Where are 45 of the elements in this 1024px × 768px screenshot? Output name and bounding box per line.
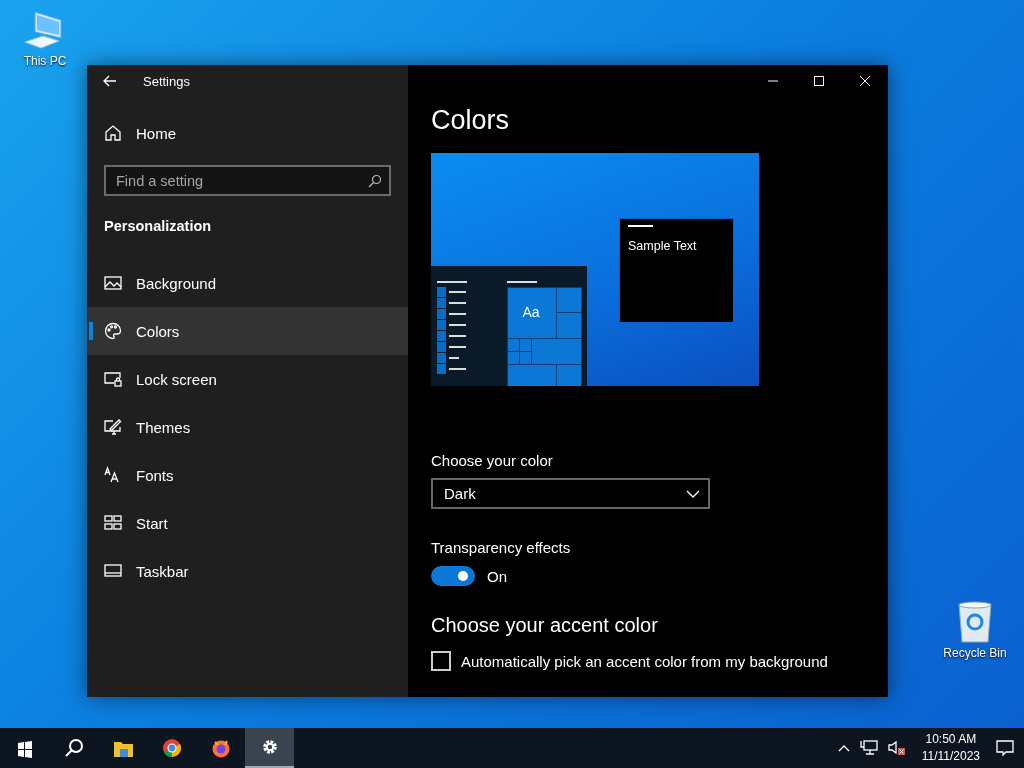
clock-time: 10:50 AM <box>925 731 977 748</box>
transparency-toggle[interactable] <box>431 566 475 586</box>
muted-speaker-icon[interactable] <box>887 740 906 756</box>
taskbar-icon <box>104 562 122 580</box>
field-label: Transparency effects <box>431 539 571 556</box>
toggle-state-text: On <box>487 567 507 585</box>
page-title: Colors <box>431 105 510 136</box>
notification-icon[interactable] <box>996 739 1014 757</box>
nav-item[interactable]: Colors <box>87 307 408 355</box>
home-icon <box>104 124 122 142</box>
clock[interactable]: 10:50 AM 11/11/2023 <box>921 731 980 765</box>
nav-item[interactable]: Taskbar <box>87 547 408 595</box>
browser-icon <box>161 738 182 758</box>
sample-text: Sample Text <box>628 239 697 253</box>
checkbox-label: Automatically pick an accent color from my background <box>461 652 828 670</box>
window-title: Settings <box>143 73 190 89</box>
browser-icon <box>210 738 231 758</box>
desktop-icon-label[interactable]: Recycle Bin <box>943 646 1007 660</box>
brush-icon <box>104 418 122 436</box>
search-field[interactable]: Find a setting <box>104 165 391 196</box>
palette-icon <box>104 322 122 340</box>
search-icon <box>63 738 84 758</box>
nav-item[interactable]: Background <box>87 259 408 307</box>
checkbox[interactable] <box>431 651 451 671</box>
tile-text: Aa <box>521 303 541 322</box>
chevron-down-icon <box>686 489 700 498</box>
nav-item[interactable]: Start <box>87 499 408 547</box>
nav-item[interactable]: Lock screen <box>87 355 408 403</box>
home-link[interactable]: Home <box>104 121 176 145</box>
clock-date: 11/11/2023 <box>921 748 980 765</box>
color-mode-dropdown[interactable]: Dark <box>431 478 710 509</box>
search-icon <box>368 174 382 188</box>
nav-item[interactable]: Fonts <box>87 451 408 499</box>
section-heading: Choose your accent color <box>431 614 658 637</box>
taskbar-button[interactable] <box>245 728 294 768</box>
nav-item[interactable]: Themes <box>87 403 408 451</box>
back-arrow-icon[interactable] <box>103 75 117 87</box>
picture-icon <box>104 274 122 292</box>
chevron-up-icon[interactable] <box>837 744 850 752</box>
field-label: Choose your color <box>431 452 553 469</box>
lock-icon <box>104 370 122 388</box>
tiles-icon <box>104 514 122 532</box>
section-heading: Personalization <box>104 218 212 234</box>
recycle-bin-icon <box>955 600 995 644</box>
network-icon[interactable] <box>859 740 878 756</box>
